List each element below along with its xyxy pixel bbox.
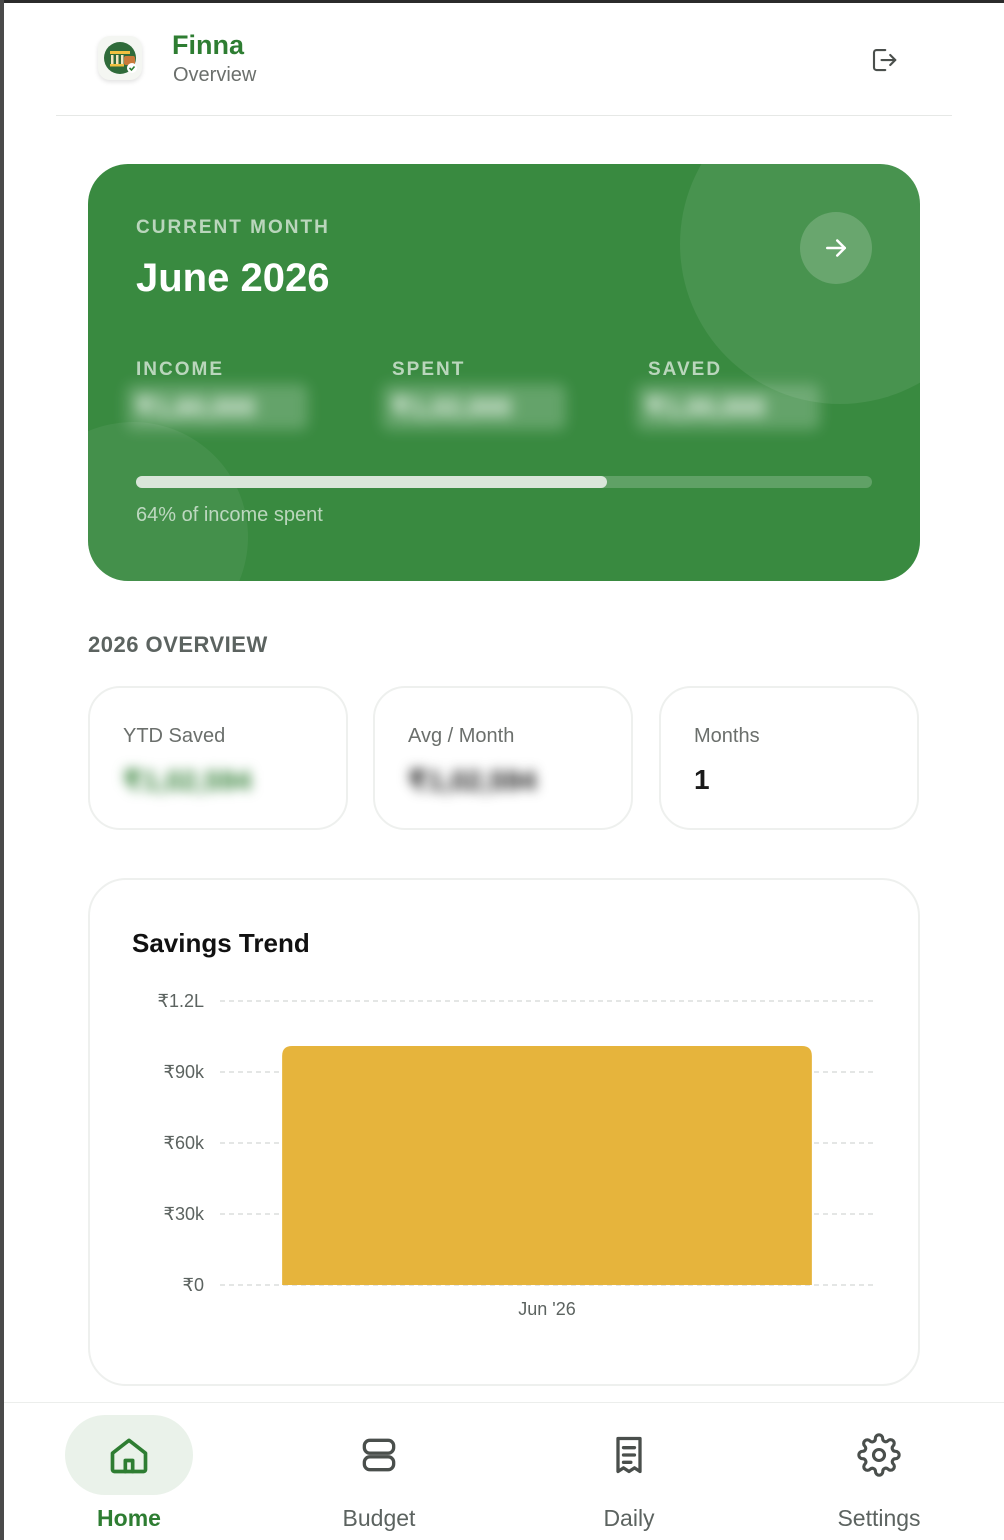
current-month-label: CURRENT MONTH [136,217,330,238]
spent-label: SPENT [392,359,466,380]
months-label: Months [694,725,760,747]
nav-item-budget[interactable]: Budget [254,1403,504,1540]
current-month-card[interactable]: CURRENT MONTH June 2026 INCOME ₹1,60,000… [88,164,920,581]
nav-item-settings[interactable]: Settings [754,1403,1004,1540]
window-left-border [0,0,4,1540]
current-month-title: June 2026 [136,256,330,300]
home-icon [110,1438,148,1474]
spent-value: ₹1,02,000 [382,384,566,430]
saved-label: SAVED [648,359,723,380]
logout-icon [872,48,897,72]
y-tick-label: ₹1.2L [158,991,205,1011]
chart-title: Savings Trend [132,928,310,958]
income-value: ₹1,60,000 [126,384,308,430]
nav-label-budget: Budget [342,1505,416,1531]
bottom-navigation: Home Budget Daily Settings [4,1402,1004,1540]
decorative-circle [88,422,248,581]
savings-trend-card: ₹0 ₹30k ₹60k ₹90k ₹1.2L Jun '26 Savings Trend [88,878,920,1386]
receipt-icon [616,1436,642,1474]
income-label: INCOME [136,359,224,380]
open-month-button[interactable] [800,212,872,284]
saved-value: ₹1,00,000 [636,384,820,430]
nav-item-daily[interactable]: Daily [504,1403,754,1540]
x-tick-label: Jun '26 [518,1299,575,1319]
months-value: 1 [694,764,710,795]
avg-month-tile[interactable]: Avg / Month ₹1,02,594 [373,686,633,830]
year-overview-heading: 2026 OVERVIEW [88,632,268,657]
avg-month-label: Avg / Month [408,725,515,747]
nav-label-settings: Settings [837,1505,921,1531]
logout-button[interactable] [866,42,902,78]
ytd-saved-label: YTD Saved [123,725,226,747]
nav-item-home[interactable]: Home [4,1403,254,1540]
arrow-right-icon [826,239,846,257]
y-tick-label: ₹60k [164,1133,205,1153]
savings-bar[interactable] [282,1045,812,1285]
ytd-saved-value: ₹1,02,594 [123,765,252,796]
gear-icon [857,1433,901,1477]
avg-month-value: ₹1,02,594 [408,765,537,796]
y-tick-label: ₹30k [164,1204,205,1224]
income-spent-progress-bar [136,476,872,488]
app-logo-icon [98,36,142,80]
app-title: Finna [172,30,244,60]
y-tick-label: ₹90k [164,1062,205,1082]
app-header: Finna Overview [56,0,952,116]
months-tile[interactable]: Months 1 [659,686,919,830]
budget-icon [362,1438,396,1472]
nav-label-daily: Daily [603,1505,655,1531]
nav-label-home: Home [97,1505,161,1531]
income-spent-text: 64% of income spent [136,504,323,526]
y-tick-label: ₹0 [183,1275,204,1295]
ytd-saved-tile[interactable]: YTD Saved ₹1,02,594 [88,686,348,830]
page-subtitle: Overview [173,64,257,86]
income-spent-progress-fill [136,476,608,488]
